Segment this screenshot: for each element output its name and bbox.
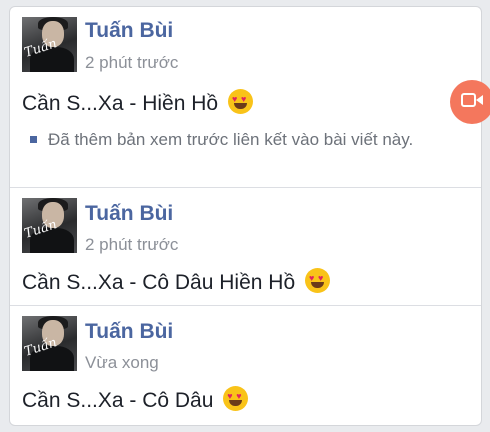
avatar[interactable]: Tuấn [22,17,77,72]
bullet-icon [30,136,37,143]
link-preview-note-text: Đã thêm bản xem trước liên kết vào bài v… [48,130,414,149]
post-text-content: Cần S...Xa - Hiền Hồ [22,92,219,115]
post-item: Tuấn Tuấn Bùi 2 phút trước Cần S...Xa - … [10,7,481,188]
post-timestamp[interactable]: Vừa xong [85,353,159,373]
post-text-content: Cần S...Xa - Cô Dâu [22,389,214,412]
post-timestamp[interactable]: 2 phút trước [85,53,178,73]
author-name[interactable]: Tuấn Bùi [85,19,173,43]
author-name[interactable]: Tuấn Bùi [85,202,173,226]
post-item: Tuấn Tuấn Bùi 2 phút trước Cần S...Xa - … [10,188,481,306]
heart-eyes-emoji-icon: ♥ ♥ [223,386,249,411]
link-preview-note: Đã thêm bản xem trước liên kết vào bài v… [30,126,470,153]
post-text: Cần S...Xa - Cô Dâu ♥ ♥ [22,386,249,413]
post-timestamp[interactable]: 2 phút trước [85,235,178,255]
live-video-button[interactable] [450,80,490,124]
avatar[interactable]: Tuấn [22,198,77,253]
camera-lens-shape [476,95,483,105]
heart-eyes-emoji-icon: ♥ ♥ [227,89,253,114]
post-text-content: Cần S...Xa - Cô Dâu Hiền Hồ [22,271,296,294]
post-feed-card: Tuấn Tuấn Bùi 2 phút trước Cần S...Xa - … [9,6,482,426]
author-name[interactable]: Tuấn Bùi [85,320,173,344]
post-text: Cần S...Xa - Cô Dâu Hiền Hồ ♥ ♥ [22,268,330,295]
video-camera-icon [461,93,476,107]
post-text: Cần S...Xa - Hiền Hồ ♥ ♥ [22,89,253,116]
post-item: Tuấn Tuấn Bùi Vừa xong Cần S...Xa - Cô D… [10,306,481,425]
heart-eyes-emoji-icon: ♥ ♥ [304,268,330,293]
avatar[interactable]: Tuấn [22,316,77,371]
